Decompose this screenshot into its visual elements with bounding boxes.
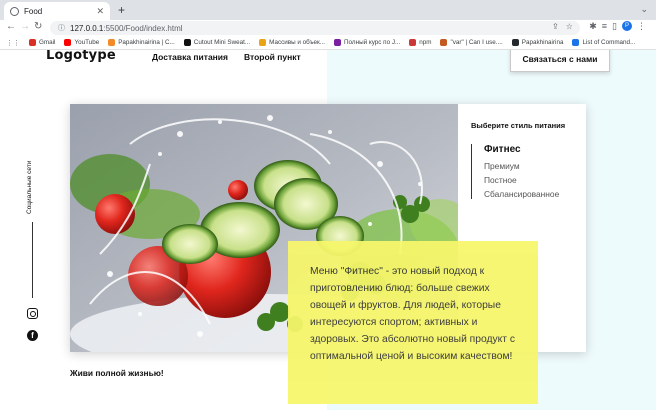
bookmark-item[interactable]: Papakhinairina | C... (108, 39, 175, 46)
contact-button[interactable]: Связаться с нами (510, 50, 610, 72)
nav-link-label: Доставка питания (152, 52, 228, 62)
bookmark-label: Полный курс по J... (344, 39, 401, 46)
profile-avatar[interactable]: P (622, 21, 632, 31)
style-option-balanced[interactable]: Сбалансированное (484, 189, 559, 199)
extensions-icon[interactable]: ✱ (589, 21, 597, 32)
bookmark-label: Cutout Mini Sweat... (193, 39, 251, 46)
facebook-icon[interactable]: f (27, 330, 38, 341)
bookmark-favicon-icon (183, 39, 191, 46)
close-tab-icon[interactable]: ✕ (96, 6, 104, 17)
bookmark-star-icon[interactable]: ☆ (566, 22, 573, 31)
side-panel-icon[interactable]: ▯ (612, 21, 617, 32)
bookmark-label: YouTube (74, 39, 100, 46)
bookmark-label: List of Command... (582, 39, 636, 46)
bookmark-label: Gmail (39, 39, 56, 46)
bookmark-favicon-icon (108, 39, 116, 46)
style-option-premium[interactable]: Премиум (484, 161, 520, 171)
bookmark-favicon-icon (334, 39, 342, 46)
style-option-lenten[interactable]: Постное (484, 175, 517, 185)
instagram-icon[interactable] (27, 308, 38, 319)
bookmark-item[interactable]: YouTube (64, 39, 99, 46)
bookmark-item[interactable]: Массивы и объек... (259, 39, 325, 46)
bookmark-favicon-icon (29, 39, 36, 46)
new-tab-button[interactable]: + (118, 3, 125, 17)
web-page: Logotype Доставка питания Второй пункт С… (0, 50, 656, 410)
media-icon[interactable]: ≡ (602, 21, 607, 32)
bookmark-item[interactable]: Полный курс по J... (334, 39, 400, 46)
social-label: Социальные сети (26, 160, 33, 214)
bookmark-item[interactable]: npm (409, 39, 431, 46)
social-divider (32, 222, 33, 298)
apps-grid-icon[interactable]: ⋮⋮ (6, 39, 20, 47)
reload-icon[interactable]: ↻ (34, 21, 42, 32)
nav-link-label: Второй пункт (244, 52, 301, 62)
bookmark-item[interactable]: Cutout Mini Sweat... (183, 39, 251, 46)
tab-strip: Food ✕ + ⌄ (0, 0, 656, 20)
globe-icon (10, 6, 19, 16)
bookmark-item[interactable]: Papakhinairina (511, 39, 564, 46)
tab-search-icon[interactable]: ⌄ (640, 4, 648, 15)
bookmark-label: npm (419, 39, 432, 46)
forward-icon[interactable]: → (20, 21, 30, 32)
bookmark-item[interactable]: "var" | Can I use.... (440, 39, 503, 46)
styles-panel-title: Выберите стиль питания (471, 121, 566, 130)
url-path: :5500/Food/index.html (103, 23, 183, 33)
style-option-fitness[interactable]: Фитнес (484, 144, 521, 155)
nav-link-second[interactable]: Второй пункт (241, 52, 304, 64)
bookmark-favicon-icon (511, 39, 519, 46)
bookmark-favicon-icon (259, 39, 267, 46)
back-icon[interactable]: ← (6, 21, 16, 32)
description-box: Меню "Фитнес" - это новый подход к приго… (288, 241, 538, 404)
bookmark-label: Papakhinairina | C... (118, 39, 175, 46)
address-bar[interactable]: ⓘ 127.0.0.1:5500/Food/index.html (50, 21, 580, 35)
logo[interactable]: Logotype (46, 50, 116, 63)
bookmarks-bar: ⋮⋮ Gmail YouTube Papakhinairina | C... Cutou… (0, 36, 656, 50)
bookmark-label: Массивы и объек... (269, 39, 326, 46)
bookmark-favicon-icon (440, 39, 448, 46)
bookmark-favicon-icon (572, 39, 580, 46)
menu-icon[interactable]: ⋮ (637, 21, 646, 32)
browser-toolbar: ← → ↻ ⓘ 127.0.0.1:5500/Food/index.html ⇪… (0, 20, 656, 36)
tagline: Живи полной жизнью! (70, 368, 164, 378)
nav-link-delivery[interactable]: Доставка питания (149, 52, 231, 64)
browser-tab[interactable]: Food ✕ (4, 2, 110, 20)
info-icon[interactable]: ⓘ (58, 23, 65, 33)
bookmark-item[interactable]: Gmail (29, 39, 55, 46)
bookmark-favicon-icon (64, 39, 72, 46)
description-text: Меню "Фитнес" - это новый подход к приго… (310, 266, 515, 362)
tab-title: Food (24, 6, 43, 16)
bookmark-favicon-icon (409, 39, 417, 46)
styles-indicator-bar (471, 144, 472, 199)
bookmark-label: "var" | Can I use.... (450, 39, 503, 46)
url-host: 127.0.0.1 (70, 23, 104, 33)
bookmark-label: Papakhinairina (521, 39, 564, 46)
share-icon[interactable]: ⇪ (552, 22, 559, 31)
bookmark-item[interactable]: List of Command... (572, 39, 635, 46)
